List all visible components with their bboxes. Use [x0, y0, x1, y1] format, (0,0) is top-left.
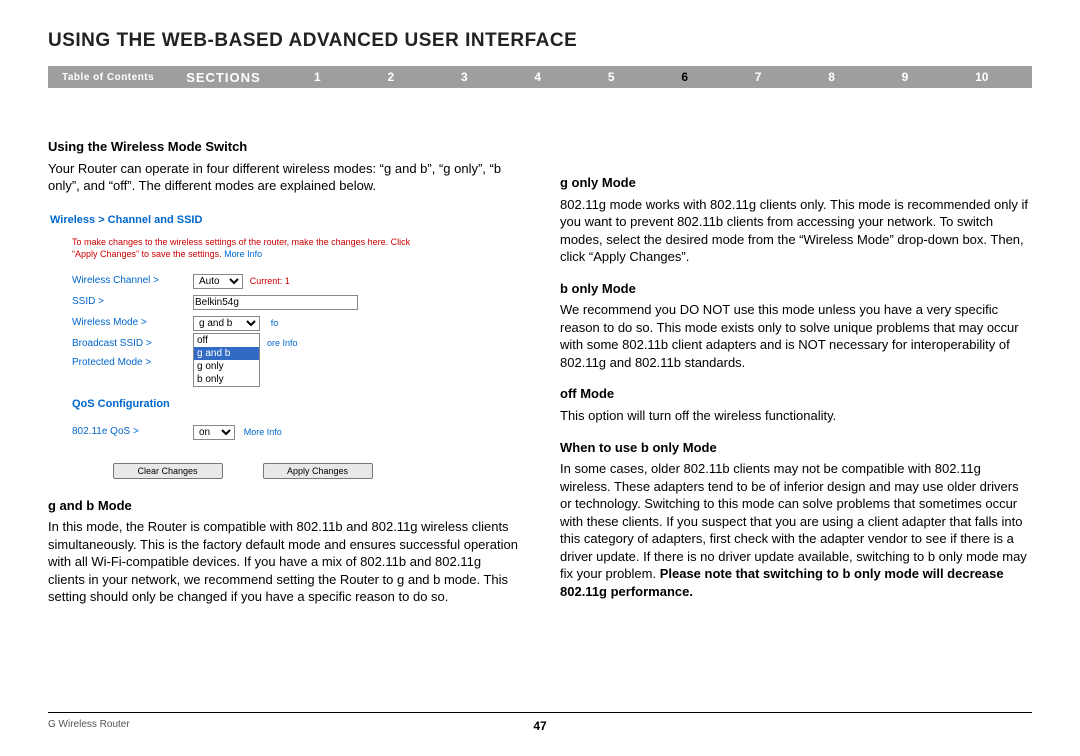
section-numbers: 1 2 3 4 5 6 7 8 9 10 [281, 70, 1032, 84]
option-b-only[interactable]: b only [194, 373, 259, 386]
current-channel-text: Current: 1 [250, 276, 290, 286]
right-column: g only Mode 802.11g mode works with 802.… [560, 138, 1032, 616]
section-5[interactable]: 5 [602, 70, 621, 84]
paragraph-when-b-only: In some cases, older 802.11b clients may… [560, 460, 1032, 600]
heading-g-only: g only Mode [560, 174, 1032, 192]
heading-mode-switch: Using the Wireless Mode Switch [48, 138, 520, 156]
more-info-broadcast[interactable]: ore Info [267, 338, 298, 348]
page-title: USING THE WEB-BASED ADVANCED USER INTERF… [48, 30, 1032, 52]
breadcrumb[interactable]: Wireless > Channel and SSID [50, 213, 435, 228]
more-info-qos[interactable]: More Info [244, 427, 282, 437]
section-2[interactable]: 2 [382, 70, 401, 84]
apply-changes-button[interactable]: Apply Changes [263, 463, 373, 479]
select-qos[interactable]: on [193, 425, 235, 440]
shot-note: To make changes to the wireless settings… [72, 237, 435, 260]
footer-product: G Wireless Router [48, 719, 130, 730]
paragraph-g-only: 802.11g mode works with 802.11g clients … [560, 196, 1032, 266]
paragraph-b-only: We recommend you DO NOT use this mode un… [560, 301, 1032, 371]
heading-off: off Mode [560, 385, 1032, 403]
section-6[interactable]: 6 [675, 70, 694, 84]
page-footer: G Wireless Router 47 [48, 712, 1032, 730]
label-qos[interactable]: 802.11e QoS > [72, 426, 139, 437]
more-info-link[interactable]: More Info [224, 249, 262, 259]
heading-g-and-b: g and b Mode [48, 497, 520, 515]
label-wireless-mode[interactable]: Wireless Mode > [72, 317, 147, 328]
intro-paragraph: Your Router can operate in four differen… [48, 160, 520, 195]
section-navbar: Table of Contents SECTIONS 1 2 3 4 5 6 7… [48, 66, 1032, 88]
label-wireless-channel[interactable]: Wireless Channel > [72, 275, 159, 286]
label-broadcast-ssid[interactable]: Broadcast SSID > [72, 338, 152, 349]
heading-qos: QoS Configuration [72, 397, 435, 412]
when-b-only-text: In some cases, older 802.11b clients may… [560, 461, 1027, 581]
section-9[interactable]: 9 [896, 70, 915, 84]
label-protected-mode[interactable]: Protected Mode > [72, 357, 151, 368]
input-ssid[interactable] [193, 295, 358, 310]
heading-b-only: b only Mode [560, 280, 1032, 298]
section-1[interactable]: 1 [308, 70, 327, 84]
router-screenshot: Wireless > Channel and SSID To make chan… [50, 213, 435, 479]
dropdown-list-wireless-mode[interactable]: off g and b g only b only [193, 333, 260, 387]
more-info-mode[interactable]: fo [271, 318, 279, 328]
paragraph-off: This option will turn off the wireless f… [560, 407, 1032, 425]
label-ssid[interactable]: SSID > [72, 296, 104, 307]
option-off[interactable]: off [194, 334, 259, 347]
select-wireless-mode[interactable]: g and b off g and b g only b only [193, 318, 263, 329]
toc-link[interactable]: Table of Contents [48, 72, 168, 83]
section-3[interactable]: 3 [455, 70, 474, 84]
section-7[interactable]: 7 [749, 70, 768, 84]
left-column: Using the Wireless Mode Switch Your Rout… [48, 138, 520, 616]
section-4[interactable]: 4 [528, 70, 547, 84]
heading-when-b-only: When to use b only Mode [560, 439, 1032, 457]
paragraph-g-and-b: In this mode, the Router is compatible w… [48, 518, 520, 606]
option-g-only[interactable]: g only [194, 360, 259, 373]
clear-changes-button[interactable]: Clear Changes [113, 463, 223, 479]
sections-label: SECTIONS [168, 70, 280, 85]
section-8[interactable]: 8 [822, 70, 841, 84]
section-10[interactable]: 10 [969, 70, 994, 84]
page-number: 47 [533, 719, 546, 733]
option-g-and-b[interactable]: g and b [194, 347, 259, 360]
select-wireless-channel[interactable]: Auto [193, 274, 243, 289]
